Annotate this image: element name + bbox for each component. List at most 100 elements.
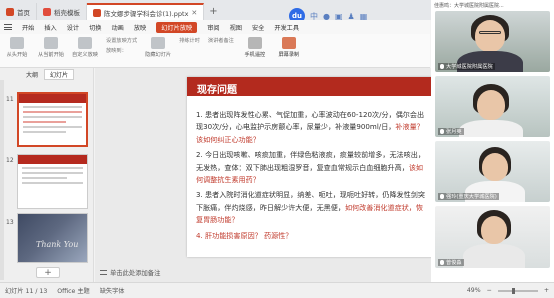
- menu-security[interactable]: 安全: [252, 23, 264, 32]
- close-tab-icon[interactable]: ✕: [191, 9, 197, 17]
- new-tab-button[interactable]: +: [204, 3, 222, 20]
- tab-document-label: 陈文娜步骤学科会诊(1).pptx: [104, 9, 189, 18]
- zoom-slider[interactable]: [497, 287, 538, 294]
- zoom-knob[interactable]: [511, 287, 515, 294]
- participant-tile[interactable]: 张月英: [435, 76, 550, 137]
- participant-face: [482, 153, 508, 181]
- thumb-line: [23, 111, 82, 113]
- tab-template[interactable]: 稻壳模板: [37, 3, 87, 20]
- rehearse-button[interactable]: 排练计时: [179, 37, 200, 44]
- participant-name-text: 曾俊淼: [446, 260, 462, 266]
- participant-body: [463, 244, 525, 268]
- missing-font-indicator[interactable]: 缺失字体: [100, 286, 125, 295]
- menu-design[interactable]: 设计: [67, 23, 79, 32]
- menu-view[interactable]: 视图: [230, 23, 242, 32]
- slide-counter: 幻灯片 11 / 13: [5, 288, 48, 295]
- thumb-line: [23, 126, 82, 128]
- participant-face: [475, 20, 505, 52]
- menu-insert[interactable]: 插入: [44, 23, 56, 32]
- slide-number: 11: [6, 96, 14, 103]
- menu-animation[interactable]: 动画: [112, 23, 124, 32]
- hide-slide-icon: [151, 37, 166, 49]
- screen-record-button[interactable]: 屏幕录制: [276, 37, 302, 58]
- thumb-line: [23, 131, 66, 133]
- phone-remote-icon: [247, 37, 262, 49]
- slide-title: 现存问题: [187, 77, 434, 96]
- glasses: [479, 31, 501, 34]
- mic-icon: [440, 260, 444, 265]
- custom-show-button[interactable]: 自定义放映: [72, 37, 98, 58]
- mic-icon: [440, 194, 444, 199]
- slide-thumbnail[interactable]: Thank You: [17, 213, 88, 263]
- screen-record-label: 屏幕录制: [278, 52, 300, 58]
- ribbon-toolbar: 从头开始 从当前开始 自定义放映 设置放映方式 放映到： 隐藏幻灯片 排练计时 …: [0, 34, 430, 68]
- custom-show-label: 自定义放映: [72, 52, 98, 58]
- participant-face: [481, 216, 507, 244]
- zoom-level: 49%: [466, 287, 481, 294]
- main-menu-icon[interactable]: [4, 24, 12, 30]
- slide-paragraph: 3. 患者入院时消化道症状明显，纳差、呃吐，现呃吐好转，仍降发性剑突下胀痛，伴灼…: [196, 189, 428, 226]
- from-current-button[interactable]: 从当前开始: [38, 37, 64, 58]
- remote-button[interactable]: 手机遥控: [242, 37, 268, 58]
- pane-tabs: 大纲 幻灯片: [0, 68, 93, 80]
- theme-name: Office 主题: [57, 288, 90, 295]
- pane-collapse-strip[interactable]: [0, 80, 4, 280]
- zoom-in-icon[interactable]: +: [544, 287, 549, 294]
- tab-home[interactable]: 首页: [0, 3, 37, 20]
- slides-pane: 大纲 幻灯片 11 12 13 Thank You +: [0, 68, 94, 282]
- slide-thumbnail[interactable]: [17, 154, 88, 209]
- paragraph-text: 2. 今日出现咳嗽、咳痰加重，伴绿色粘液痰，痰量较前增多，无法咳出，无发热，查体…: [196, 150, 425, 172]
- notes-icon: [100, 270, 107, 275]
- zoom-controls: 49% − +: [467, 287, 549, 294]
- participant-face: [477, 90, 505, 120]
- tab-outline[interactable]: 大纲: [26, 70, 38, 79]
- menu-review[interactable]: 审阅: [207, 23, 219, 32]
- participant-name: 曾俊淼: [438, 259, 464, 266]
- participant-name: 张月英: [438, 128, 464, 135]
- participant-tile[interactable]: 大学城医院附属医院: [435, 11, 550, 72]
- remote-label: 手机遥控: [244, 52, 266, 58]
- hide-slide-label: 隐藏幻灯片: [145, 52, 172, 58]
- participant-tile[interactable]: 强玲(重庆大学城医院): [435, 141, 550, 202]
- mic-icon: [440, 64, 444, 69]
- participant-body: [459, 120, 523, 137]
- current-slide[interactable]: 现存问题 1. 患者出现阵发性心累、气促加重，心率波动在60-120次/分，偶尔…: [187, 77, 434, 257]
- slide-number: 12: [6, 157, 14, 164]
- thumb-line: [23, 121, 66, 123]
- rehearse-group: 排练计时: [179, 37, 200, 44]
- play-current-icon: [44, 37, 58, 49]
- speaker-notes-button[interactable]: 演讲者备注: [208, 37, 234, 44]
- set-show-button[interactable]: 设置放映方式: [106, 37, 137, 44]
- menu-transition[interactable]: 切换: [89, 23, 101, 32]
- thumb-line: [22, 177, 67, 179]
- mic-icon: [440, 129, 444, 134]
- menu-slideshow-active[interactable]: 幻灯片放映: [156, 21, 198, 33]
- show-on-label[interactable]: 放映到：: [106, 47, 137, 54]
- menu-start[interactable]: 开始: [22, 23, 34, 32]
- participant-tile[interactable]: 曾俊淼: [435, 206, 550, 268]
- docer-icon: [43, 7, 51, 16]
- tab-slides[interactable]: 幻灯片: [44, 68, 75, 80]
- zoom-out-icon[interactable]: −: [487, 287, 492, 294]
- participant-name-text: 大学城医院附属医院: [446, 64, 493, 70]
- notes-placeholder: 单击此处添加备注: [110, 270, 161, 277]
- from-start-button[interactable]: 从头开始: [4, 37, 30, 58]
- home-icon: [6, 7, 14, 16]
- slide-body: 1. 患者出现阵发性心累、气促加重，心率波动在60-120次/分，偶尔会出现30…: [196, 109, 428, 245]
- slide-thumbnail[interactable]: [17, 92, 88, 147]
- thumb-title-bar: [19, 94, 86, 103]
- slide-canvas: 现存问题 1. 患者出现阵发性心累、气促加重，心率波动在60-120次/分，偶尔…: [95, 68, 434, 282]
- notes-area[interactable]: 单击此处添加备注: [100, 268, 160, 277]
- play-from-start-icon: [10, 37, 24, 49]
- hide-slide-button[interactable]: 隐藏幻灯片: [145, 37, 171, 58]
- add-slide-button[interactable]: +: [36, 267, 60, 278]
- from-current-label: 从当前开始: [38, 52, 64, 58]
- menu-slideshow[interactable]: 放映: [134, 23, 146, 32]
- slide-paragraph: 1. 患者出现阵发性心累、气促加重，心率波动在60-120次/分，偶尔会出现30…: [196, 109, 428, 146]
- thumb-line: [22, 182, 83, 184]
- participant-name-text: 张月英: [446, 129, 462, 135]
- tab-document[interactable]: 陈文娜步骤学科会诊(1).pptx ✕: [87, 3, 205, 20]
- menu-developer[interactable]: 开发工具: [274, 23, 299, 32]
- video-panel-header: 佳惠鸣：大学城医院附属医院...: [434, 3, 504, 9]
- thumb-line: [22, 167, 83, 169]
